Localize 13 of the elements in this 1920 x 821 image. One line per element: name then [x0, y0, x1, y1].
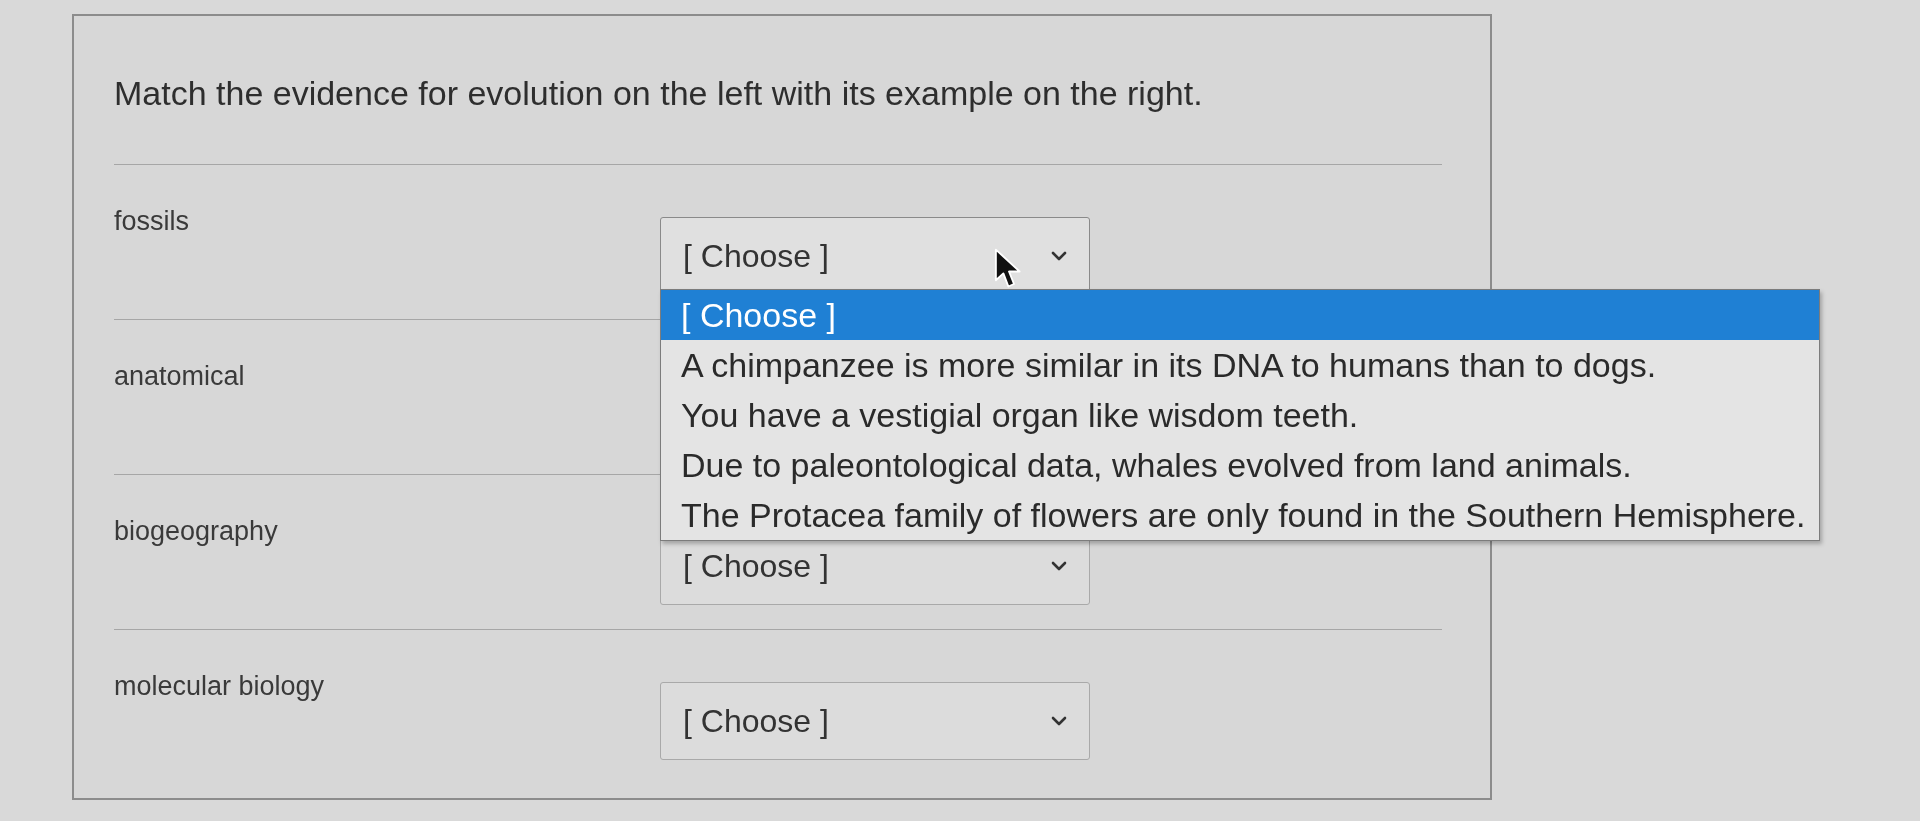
chevron-down-icon [1051, 716, 1067, 726]
dropdown-option[interactable]: [ Choose ] [661, 290, 1820, 340]
question-text: Match the evidence for evolution on the left with its example on the right. [114, 72, 1442, 165]
term-label: anatomical [114, 360, 246, 392]
term-label: biogeography [114, 515, 279, 547]
term-label: molecular biology [114, 670, 326, 702]
dropdown-option[interactable]: Due to paleontological data, whales evolved from land animals. [661, 440, 1820, 490]
dropdown-option[interactable]: You have a vestigial organ like wisdom teeth. [661, 390, 1820, 440]
chevron-down-icon [1051, 561, 1067, 571]
chevron-down-icon [1051, 251, 1067, 261]
choose-dropdown[interactable]: [ Choose ] [660, 682, 1090, 760]
dropdown-option[interactable]: A chimpanzee is more similar in its DNA to humans than to dogs. [661, 340, 1820, 390]
term-label: fossils [114, 205, 190, 237]
